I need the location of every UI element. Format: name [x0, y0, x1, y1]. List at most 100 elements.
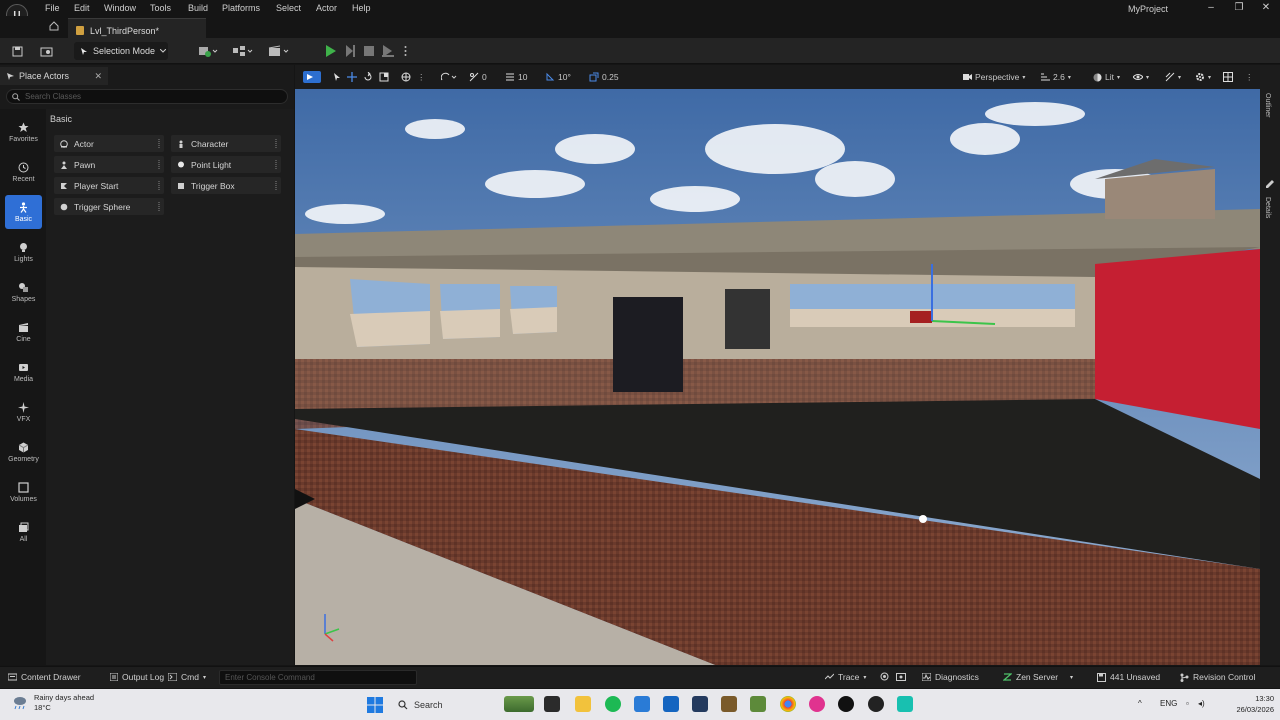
show-flags-dropdown[interactable]: ▾ [1133, 71, 1149, 83]
settings-dropdown[interactable]: ▾ [1195, 71, 1211, 83]
diagnostics-button[interactable]: Diagnostics [922, 672, 979, 682]
drag-handle-icon[interactable] [158, 160, 160, 169]
actor-item-player-start[interactable]: Player Start [54, 177, 164, 194]
place-actors-tab[interactable]: Place Actors ✕ [0, 67, 108, 85]
drag-handle-icon[interactable] [158, 181, 160, 190]
category-recent[interactable]: Recent [5, 155, 42, 189]
app-icon-teal[interactable] [897, 696, 913, 712]
perspective-dropdown[interactable]: Perspective ▾ [963, 71, 1025, 83]
drag-handle-icon[interactable] [275, 160, 277, 169]
selected-actor[interactable] [910, 311, 932, 323]
spotify-icon[interactable] [605, 696, 621, 712]
world-space-icon[interactable] [401, 71, 411, 83]
cmd-dropdown[interactable]: Cmd ▾ [168, 672, 206, 682]
view-mode-dropdown[interactable]: Lit ▾ [1093, 71, 1120, 83]
menu-tools[interactable]: Tools [150, 3, 171, 13]
output-log-button[interactable]: Output Log [110, 672, 164, 682]
app-icon-pink[interactable] [809, 696, 825, 712]
app-icon-blue-cube[interactable] [634, 696, 650, 712]
scalability-dropdown[interactable]: ▾ [1165, 71, 1181, 83]
minimize-icon[interactable]: – [1204, 2, 1218, 14]
advance-frame-icon[interactable] [342, 43, 358, 59]
category-cine[interactable]: Cine [5, 315, 42, 349]
actor-item-trigger-box[interactable]: Trigger Box [171, 177, 281, 194]
actor-item-actor[interactable]: Actor [54, 135, 164, 152]
search-classes-input[interactable] [25, 92, 275, 101]
menu-file[interactable]: File [45, 3, 60, 13]
tab-details[interactable]: Details [1264, 197, 1271, 218]
eject-icon[interactable] [380, 43, 396, 59]
scene-render[interactable] [295, 89, 1260, 665]
drag-handle-icon[interactable] [158, 139, 160, 148]
translate-tool-icon[interactable] [347, 71, 357, 83]
category-all[interactable]: All [5, 515, 42, 549]
angle-snap-button[interactable]: 10° [545, 71, 571, 83]
rotation-snap-button[interactable]: 0 [469, 71, 487, 83]
viewport-options-button[interactable] [303, 71, 321, 83]
menu-edit[interactable]: Edit [74, 3, 90, 13]
app-icon-brown[interactable] [721, 696, 737, 712]
menu-select[interactable]: Select [276, 3, 301, 13]
menu-platforms[interactable]: Platforms [222, 3, 260, 13]
weather-widget[interactable]: Rainy days ahead 18°C [12, 693, 94, 713]
surface-snap-button[interactable] [441, 71, 457, 83]
windows-start-icon[interactable] [367, 697, 383, 713]
chrome-icon[interactable] [780, 696, 796, 712]
drag-handle-icon[interactable] [275, 139, 277, 148]
play-options-icon[interactable] [400, 43, 410, 59]
tab-outliner[interactable]: Outliner [1264, 93, 1271, 118]
record-icon[interactable] [880, 672, 889, 681]
stop-icon[interactable] [362, 43, 376, 59]
layout-icon[interactable] [1223, 71, 1233, 83]
console-command-input[interactable] [219, 670, 417, 685]
category-vfx[interactable]: VFX [5, 395, 42, 429]
unsaved-button[interactable]: 441 Unsaved [1097, 672, 1160, 682]
app-icon-record[interactable] [868, 696, 884, 712]
revision-control-button[interactable]: Revision Control [1180, 672, 1255, 682]
select-tool-icon[interactable] [333, 71, 341, 83]
actor-item-character[interactable]: Character [171, 135, 281, 152]
minecraft-icon[interactable] [750, 696, 766, 712]
close-icon[interactable]: ✕ [1259, 2, 1273, 14]
home-icon[interactable] [48, 20, 60, 32]
zen-server-dropdown[interactable]: Zen Server ▾ [1003, 672, 1073, 682]
tray-arrow-icon[interactable]: ^ [1138, 699, 1142, 708]
content-browser-icon[interactable] [38, 43, 54, 59]
play-icon[interactable] [322, 43, 338, 59]
cinematics-icon[interactable] [266, 43, 292, 59]
news-widget-icon[interactable] [504, 696, 534, 712]
search-classes-field[interactable] [6, 89, 288, 104]
save-icon[interactable] [10, 43, 24, 59]
actor-item-trigger-sphere[interactable]: Trigger Sphere [54, 198, 164, 215]
actor-item-pawn[interactable]: Pawn [54, 156, 164, 173]
level-viewport[interactable]: ⋮ 0 10 10° 0.25 Perspective ▾ 2.6 ▾ Lit ▾ ▾… [295, 65, 1260, 665]
maximize-icon[interactable]: ❐ [1232, 2, 1246, 14]
close-panel-icon[interactable]: ✕ [94, 71, 102, 82]
category-favorites[interactable]: Favorites [5, 115, 42, 149]
screenshot-icon[interactable] [896, 672, 906, 681]
tab-level[interactable]: Lvl_ThirdPerson* [68, 18, 206, 38]
app-icon-dark[interactable] [692, 696, 708, 712]
more-options-icon[interactable]: ⋮ [417, 71, 426, 83]
category-shapes[interactable]: Shapes [5, 275, 42, 309]
blueprint-icon[interactable] [230, 43, 256, 59]
grid-snap-button[interactable]: 10 [505, 71, 527, 83]
network-icon[interactable]: ▫ [1186, 699, 1189, 708]
category-media[interactable]: Media [5, 355, 42, 389]
category-basic[interactable]: Basic [5, 195, 42, 229]
store-icon[interactable] [663, 696, 679, 712]
scale-snap-button[interactable]: 0.25 [589, 71, 619, 83]
actor-item-point-light[interactable]: Point Light [171, 156, 281, 173]
selection-mode-dropdown[interactable]: Selection Mode [74, 42, 168, 60]
viewport-menu-icon[interactable]: ⋮ [1245, 71, 1254, 83]
menu-window[interactable]: Window [104, 3, 136, 13]
scale-tool-icon[interactable] [379, 71, 389, 83]
taskbar-search[interactable]: Search [392, 695, 512, 714]
trace-dropdown[interactable]: Trace ▾ [825, 672, 866, 682]
language-indicator[interactable]: ENG [1160, 699, 1177, 708]
unreal-engine-icon[interactable] [838, 696, 854, 712]
camera-speed-dropdown[interactable]: 2.6 ▾ [1041, 71, 1071, 83]
add-actor-icon[interactable] [196, 43, 220, 59]
drag-handle-icon[interactable] [275, 181, 277, 190]
volume-icon[interactable]: ◂) [1198, 699, 1205, 708]
